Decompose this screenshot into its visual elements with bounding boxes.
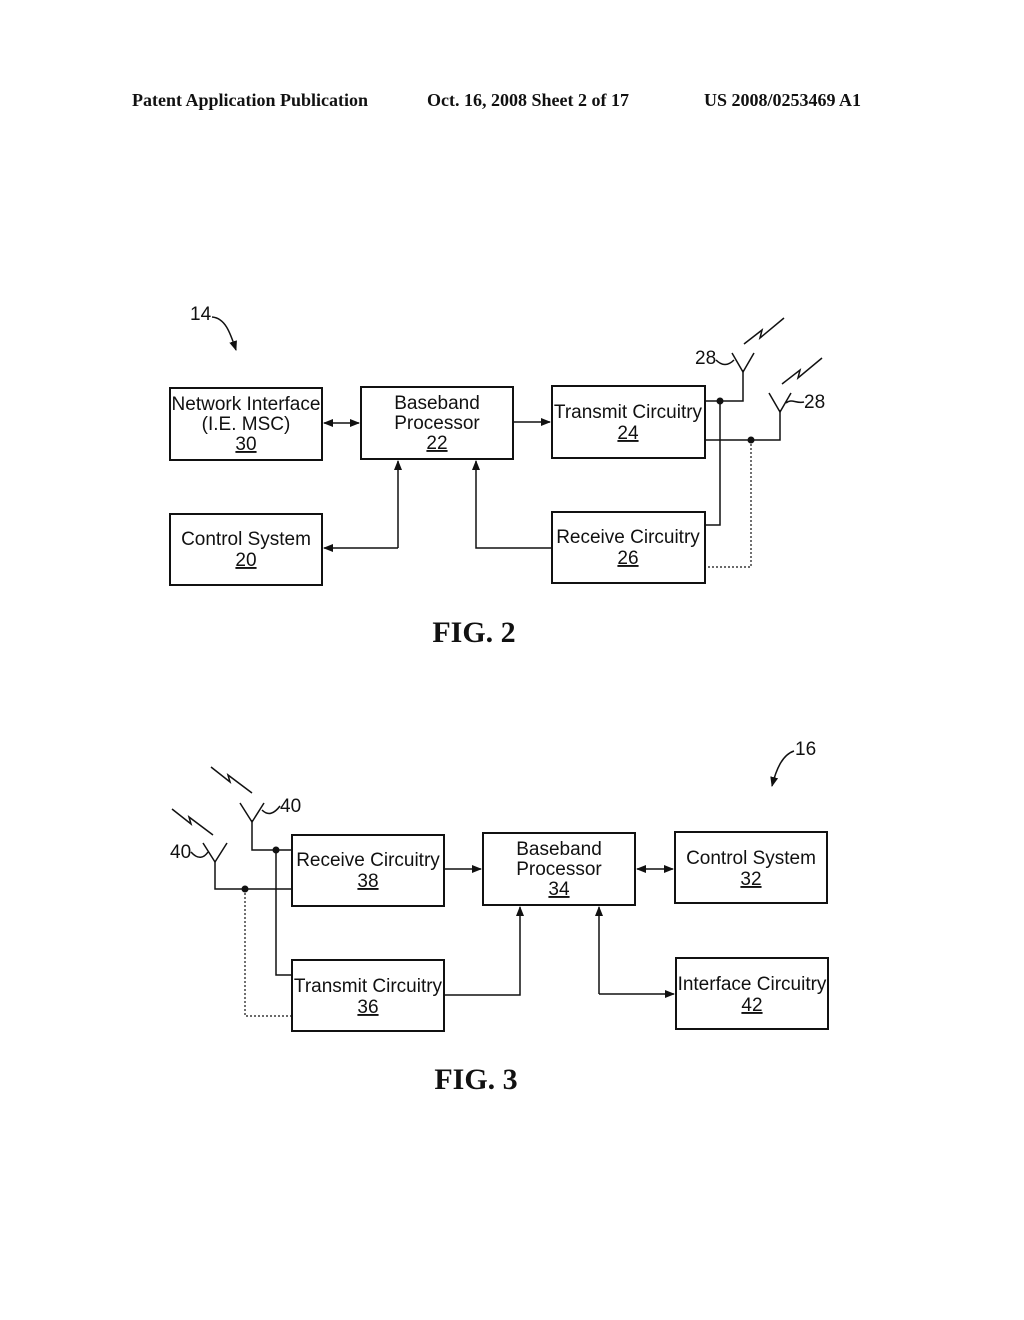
svg-text:Processor: Processor (516, 859, 602, 880)
svg-text:34: 34 (548, 879, 570, 900)
fig2-transmit-circuitry-block: Transmit Circuitry 24 (551, 385, 706, 459)
svg-text:Control System: Control System (181, 529, 311, 550)
fig2-control-system-block: Control System 20 (169, 513, 323, 586)
fig2-antenna-label: 28 (804, 392, 825, 413)
fig2-junction-dot (747, 436, 755, 444)
fig3-transmit-circuitry-block: Transmit Circuitry 36 (291, 959, 445, 1032)
fig3-transmit-diversity-feed (244, 889, 292, 1017)
svg-text:32: 32 (740, 869, 761, 890)
svg-text:26: 26 (617, 548, 638, 569)
svg-text:36: 36 (357, 997, 378, 1018)
fig3: 16 Receive Circuitry 38 Baseband Process… (170, 739, 829, 1096)
fig2-ref-label: 14 (190, 304, 212, 325)
fig3-link-transmit-baseband (444, 906, 524, 996)
fig2-antenna-label: 28 (695, 348, 716, 369)
fig2-baseband-processor-block: Baseband Processor 22 (360, 386, 514, 460)
fig2-receive-diversity-feed (707, 440, 752, 568)
fig3-caption: FIG. 3 (434, 1063, 517, 1096)
fig3-junction-dot (272, 846, 280, 854)
svg-text:42: 42 (741, 995, 762, 1016)
svg-text:Receive Circuitry: Receive Circuitry (556, 527, 700, 548)
svg-text:20: 20 (235, 550, 256, 571)
fig3-antenna-leader (190, 851, 209, 858)
fig3-junction-dot (241, 885, 249, 893)
svg-text:24: 24 (617, 423, 639, 444)
fig3-antenna1-feed (251, 820, 292, 851)
fig2-antenna-leader (715, 359, 735, 366)
fig2-ref-arrow (211, 316, 237, 351)
fig3-antenna-icon (239, 802, 265, 824)
patent-drawing: 14 Network Interface (I.E. MSC) 30 Baseb… (169, 304, 829, 1096)
fig2-antenna-icon (731, 352, 755, 374)
fig2-antenna2-feed (705, 410, 781, 441)
svg-text:38: 38 (357, 871, 378, 892)
fig3-antenna-leader (261, 805, 281, 815)
fig2-lightning-icon (781, 357, 823, 385)
fig3-antenna-label: 40 (170, 842, 191, 863)
svg-text:Interface Circuitry: Interface Circuitry (678, 974, 827, 995)
fig3-lightning-icon (171, 808, 214, 836)
svg-text:Transmit Circuitry: Transmit Circuitry (294, 976, 443, 997)
fig3-baseband-processor-block: Baseband Processor 34 (482, 832, 636, 906)
fig2: 14 Network Interface (I.E. MSC) 30 Baseb… (169, 304, 825, 649)
svg-text:Control System: Control System (686, 848, 816, 869)
fig3-transmit-feed (275, 850, 292, 976)
fig2-junction-dot (716, 397, 724, 405)
fig3-antenna2-feed (214, 861, 292, 890)
svg-text:Baseband: Baseband (516, 839, 602, 860)
fig3-receive-circuitry-block: Receive Circuitry 38 (291, 834, 445, 907)
svg-text:Processor: Processor (394, 413, 480, 434)
fig2-caption: FIG. 2 (432, 616, 515, 649)
fig2-network-interface-block: Network Interface (I.E. MSC) 30 (169, 387, 323, 461)
fig2-antenna-leader (785, 400, 805, 404)
svg-text:30: 30 (235, 434, 256, 455)
fig2-link-receive-baseband (472, 460, 552, 549)
fig2-receive-circuitry-block: Receive Circuitry 26 (551, 511, 706, 584)
fig3-antenna-icon (202, 842, 228, 864)
svg-text:(I.E. MSC): (I.E. MSC) (202, 414, 291, 435)
svg-text:Receive Circuitry: Receive Circuitry (296, 850, 440, 871)
fig2-antenna1-feed (705, 370, 744, 402)
fig2-lightning-icon (743, 317, 785, 345)
svg-text:Network Interface: Network Interface (172, 394, 321, 415)
fig3-control-system-block: Control System 32 (674, 831, 828, 904)
fig3-lightning-icon (210, 766, 253, 794)
svg-text:22: 22 (426, 433, 447, 454)
svg-text:Baseband: Baseband (394, 393, 480, 414)
fig3-ref-label: 16 (795, 739, 816, 760)
fig3-ref-arrow (770, 750, 795, 787)
fig3-interface-circuitry-block: Interface Circuitry 42 (675, 957, 829, 1030)
fig2-receive-feed (705, 401, 721, 526)
svg-text:Transmit Circuitry: Transmit Circuitry (554, 402, 703, 423)
fig3-antenna-label: 40 (280, 796, 301, 817)
